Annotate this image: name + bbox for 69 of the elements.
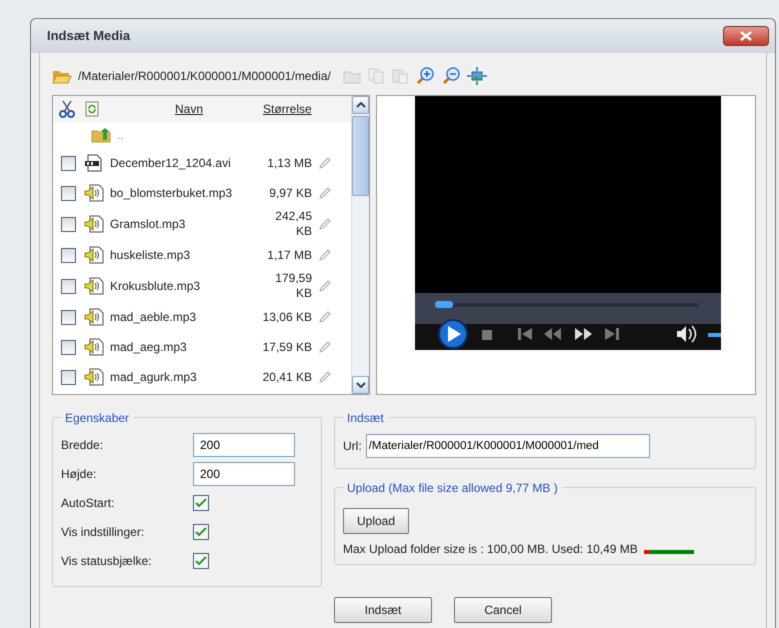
close-button[interactable]	[723, 26, 769, 46]
file-name[interactable]: Krokusblute.mp3	[110, 277, 258, 295]
check-icon	[195, 556, 207, 566]
file-checkbox[interactable]	[61, 310, 76, 324]
video-file-icon	[84, 154, 104, 172]
column-header[interactable]: Navn	[139, 100, 239, 118]
file-size: 20,41 KB	[262, 370, 312, 384]
check-icon	[195, 498, 207, 508]
url-label: Url:	[343, 438, 362, 455]
field-label: Bredde:	[61, 436, 104, 454]
url-field[interactable]: /Materialer/R000001/K000001/M000001/med	[366, 434, 650, 458]
file-name[interactable]: December12_1204.avi	[110, 154, 258, 172]
fit-image-icon[interactable]	[466, 67, 487, 85]
file-size: 242,45 KB	[274, 209, 312, 239]
audio-file-icon	[84, 277, 104, 295]
checkbox[interactable]	[193, 524, 209, 540]
close-icon	[740, 31, 752, 41]
file-checkbox[interactable]	[61, 186, 76, 200]
file-size: 17,59 KB	[262, 340, 312, 354]
audio-file-icon	[84, 215, 104, 233]
audio-file-icon	[84, 338, 104, 356]
scrollbar-thumb[interactable]	[352, 116, 369, 196]
field-label: Vis statusbjælke:	[61, 552, 152, 570]
upload-usage-text: Max Upload folder size is : 100,00 MB. Used: 10,49 MB	[343, 541, 638, 558]
cut-icon[interactable]	[59, 100, 75, 118]
chevron-down-icon	[356, 382, 366, 388]
upload-button[interactable]: Upload	[343, 508, 409, 534]
file-name[interactable]: huskeliste.mp3	[110, 246, 258, 264]
zoom-out-icon[interactable]	[440, 67, 461, 85]
window-title: Indsæt Media	[47, 27, 130, 46]
refresh-icon[interactable]	[85, 101, 99, 117]
file-checkbox[interactable]	[61, 248, 76, 262]
text-field[interactable]: 200	[193, 432, 295, 456]
checkbox[interactable]	[193, 552, 209, 568]
file-checkbox[interactable]	[61, 340, 76, 354]
text-field[interactable]: 200	[193, 462, 295, 486]
folder-path: /Materialer/R000001/K000001/M000001/media/	[78, 68, 331, 85]
file-size: 9,97 KB	[268, 186, 312, 200]
audio-file-icon	[84, 246, 104, 264]
field-label: Vis indstillinger:	[61, 524, 146, 540]
file-checkbox[interactable]	[61, 278, 76, 294]
file-name[interactable]: mad_aeg.mp3	[110, 338, 258, 356]
field-label: Højde:	[61, 466, 98, 482]
file-name[interactable]: mad_aeble.mp3	[110, 308, 258, 326]
file-name[interactable]: mad_agurk.mp3	[110, 368, 258, 386]
check-icon	[195, 526, 207, 536]
file-name[interactable]: Gramslot.mp3	[110, 215, 258, 233]
audio-file-icon	[84, 184, 104, 202]
audio-file-icon	[84, 308, 104, 326]
file-name[interactable]: bo_blomsterbuket.mp3	[110, 184, 258, 202]
file-checkbox[interactable]	[61, 370, 76, 384]
column-header[interactable]: Størrelse	[263, 100, 312, 118]
parent-folder-icon[interactable]	[91, 127, 111, 143]
folder-open-icon	[52, 68, 72, 84]
dialog-button[interactable]: Cancel	[454, 597, 552, 623]
zoom-in-icon[interactable]	[414, 67, 435, 85]
field-label: AutoStart:	[61, 494, 116, 512]
dialog-button[interactable]: Indsæt	[334, 597, 432, 623]
audio-file-icon	[84, 368, 104, 386]
file-size: 1,17 MB	[266, 248, 312, 262]
file-size: 13,06 KB	[262, 310, 312, 324]
scroll-down-button[interactable]	[352, 376, 369, 394]
file-checkbox[interactable]	[61, 216, 76, 232]
file-checkbox[interactable]	[61, 156, 76, 170]
file-size: 1,13 MB	[266, 156, 312, 170]
file-size: 179,59 KB	[274, 271, 312, 301]
scroll-up-button[interactable]	[352, 96, 369, 114]
chevron-up-icon	[356, 102, 366, 108]
checkbox[interactable]	[193, 494, 209, 510]
